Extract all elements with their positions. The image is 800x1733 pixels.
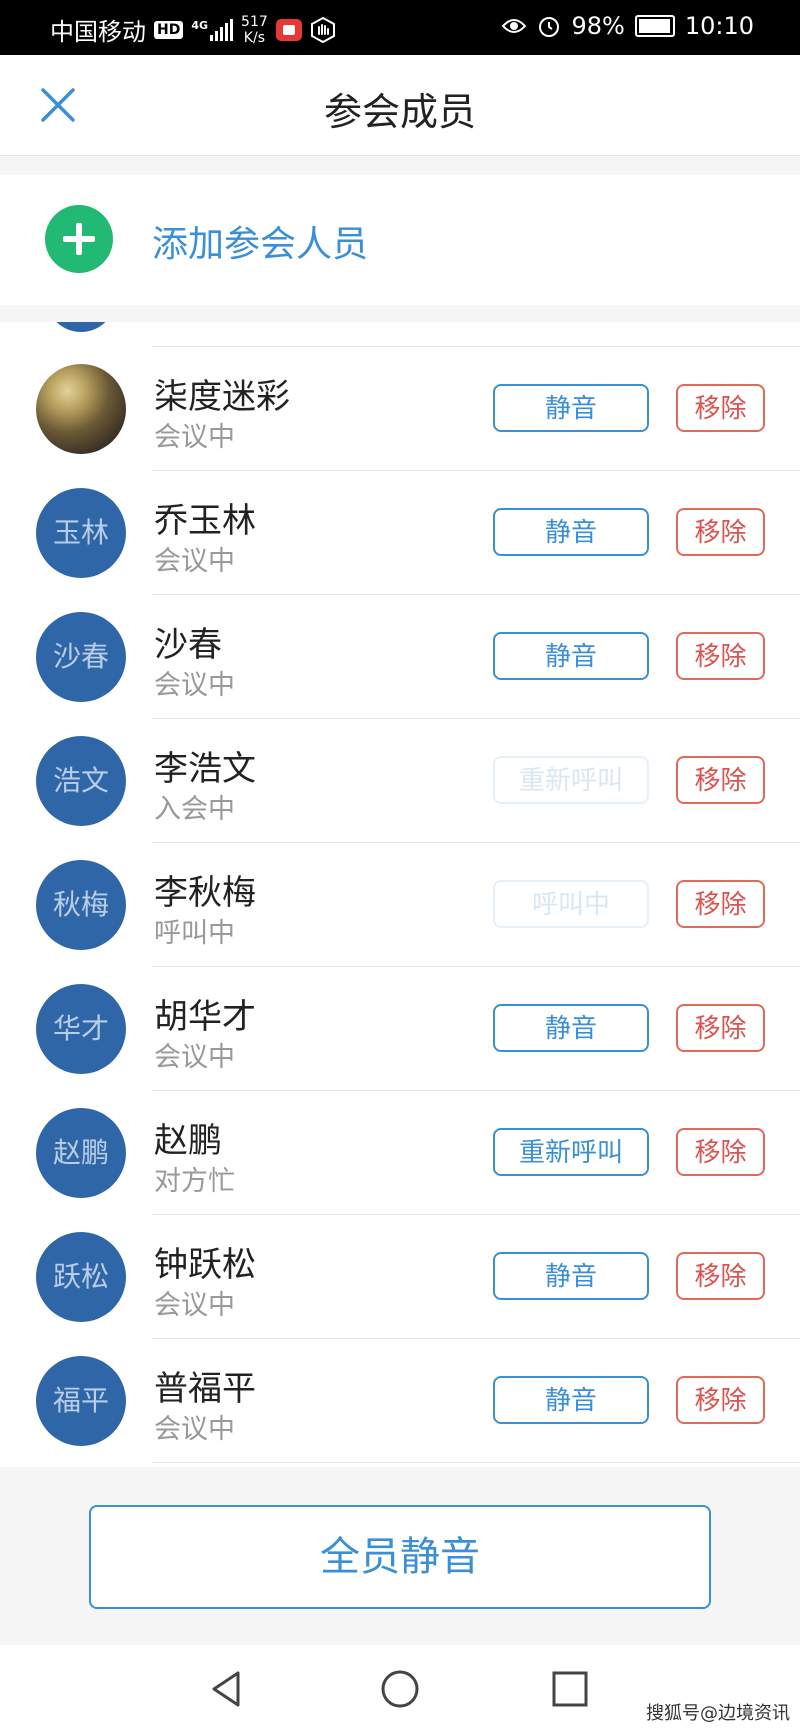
member-name: 李秋梅 bbox=[154, 873, 256, 913]
bottom-area: 全员静音 bbox=[0, 1467, 800, 1645]
status-bar: 中国移动 HD 4G 517 K/s 98% 10:10 bbox=[0, 0, 800, 55]
page-header: 参会成员 bbox=[0, 55, 800, 156]
avatar: 跃松 bbox=[36, 1232, 126, 1322]
speed-unit: K/s bbox=[243, 29, 265, 46]
mute-button[interactable]: 静音 bbox=[493, 1004, 649, 1052]
remove-button[interactable]: 移除 bbox=[676, 1252, 765, 1300]
network-speed: 517 K/s bbox=[241, 14, 268, 46]
member-name: 乔玉林 bbox=[154, 501, 256, 541]
mute-button[interactable]: 静音 bbox=[493, 384, 649, 432]
avatar: 浩文 bbox=[36, 736, 126, 826]
recall-button[interactable]: 重新呼叫 bbox=[493, 1128, 649, 1176]
avatar bbox=[36, 364, 126, 454]
member-name: 钟跃松 bbox=[154, 1245, 256, 1285]
remove-button[interactable]: 移除 bbox=[676, 1004, 765, 1052]
battery-percent: 98% bbox=[571, 12, 625, 40]
signal-icon: 4G bbox=[191, 18, 234, 41]
member-name: 沙春 bbox=[154, 625, 222, 665]
member-row: 福平 普福平 会议中 静音 移除 bbox=[0, 1339, 800, 1463]
member-row: 跃松 钟跃松 会议中 静音 移除 bbox=[0, 1215, 800, 1339]
mute-button[interactable]: 静音 bbox=[493, 508, 649, 556]
divider bbox=[152, 1462, 800, 1463]
recent-apps-icon[interactable] bbox=[548, 1667, 592, 1711]
add-member-row[interactable]: 添加参会人员 bbox=[0, 175, 800, 305]
eye-comfort-icon bbox=[502, 19, 527, 33]
battery-icon bbox=[634, 15, 675, 37]
avatar: 华才 bbox=[36, 984, 126, 1074]
member-list[interactable]: 柒度迷彩 会议中 静音 移除 玉林 乔玉林 会议中 静音 移除 沙春 沙春 会议… bbox=[0, 322, 800, 1467]
member-name: 胡华才 bbox=[154, 997, 256, 1037]
member-row: 沙春 沙春 会议中 静音 移除 bbox=[0, 595, 800, 719]
remove-button[interactable]: 移除 bbox=[676, 880, 765, 928]
member-row: 华才 胡华才 会议中 静音 移除 bbox=[0, 967, 800, 1091]
home-icon[interactable] bbox=[378, 1667, 422, 1711]
recall-button: 重新呼叫 bbox=[493, 756, 649, 804]
member-name: 李浩文 bbox=[154, 749, 256, 789]
member-status: 入会中 bbox=[154, 794, 235, 825]
calling-button: 呼叫中 bbox=[493, 880, 649, 928]
remove-button[interactable]: 移除 bbox=[676, 1128, 765, 1176]
remove-button[interactable]: 移除 bbox=[676, 756, 765, 804]
avatar: 秋梅 bbox=[36, 860, 126, 950]
avatar: 玉林 bbox=[36, 488, 126, 578]
add-member-label[interactable]: 添加参会人员 bbox=[152, 215, 368, 267]
member-status: 呼叫中 bbox=[154, 918, 235, 949]
battery-level bbox=[638, 19, 671, 33]
member-status: 会议中 bbox=[154, 1290, 235, 1321]
mute-all-button[interactable]: 全员静音 bbox=[89, 1505, 711, 1609]
status-right: 98% 10:10 bbox=[501, 12, 754, 40]
member-row: 浩文 李浩文 入会中 重新呼叫 移除 bbox=[0, 719, 800, 843]
avatar bbox=[46, 322, 116, 332]
remove-button[interactable]: 移除 bbox=[676, 384, 765, 432]
speed-value: 517 bbox=[241, 13, 268, 30]
member-status: 对方忙 bbox=[154, 1166, 235, 1197]
avatar: 沙春 bbox=[36, 612, 126, 702]
member-name: 普福平 bbox=[154, 1369, 256, 1409]
member-row: 秋梅 李秋梅 呼叫中 呼叫中 移除 bbox=[0, 843, 800, 967]
member-status: 会议中 bbox=[154, 422, 235, 453]
navigation-bar: 搜狐号@边境资讯 bbox=[0, 1645, 800, 1733]
screen-record-icon bbox=[275, 18, 302, 41]
member-status: 会议中 bbox=[154, 1414, 235, 1445]
alarm-icon bbox=[539, 17, 560, 37]
gesture-icon bbox=[310, 16, 335, 43]
status-left: 中国移动 HD 4G 517 K/s bbox=[50, 12, 336, 47]
back-icon[interactable] bbox=[206, 1667, 250, 1711]
plus-icon[interactable] bbox=[45, 205, 113, 273]
clock: 10:10 bbox=[684, 12, 754, 40]
member-name: 柒度迷彩 bbox=[154, 377, 290, 417]
member-row: 玉林 乔玉林 会议中 静音 移除 bbox=[0, 471, 800, 595]
remove-button[interactable]: 移除 bbox=[676, 1376, 765, 1424]
carrier-name: 中国移动 bbox=[50, 18, 146, 46]
hd-icon: HD bbox=[154, 20, 184, 39]
member-status: 会议中 bbox=[154, 1042, 235, 1073]
member-row: 赵鹏 赵鹏 对方忙 重新呼叫 移除 bbox=[0, 1091, 800, 1215]
member-row: 柒度迷彩 会议中 静音 移除 bbox=[0, 347, 800, 471]
mute-button[interactable]: 静音 bbox=[493, 632, 649, 680]
network-type: 4G bbox=[191, 18, 209, 32]
avatar: 赵鹏 bbox=[36, 1108, 126, 1198]
page-title: 参会成员 bbox=[323, 90, 476, 134]
remove-button[interactable]: 移除 bbox=[676, 508, 765, 556]
member-name: 赵鹏 bbox=[154, 1121, 222, 1161]
member-status: 会议中 bbox=[154, 670, 235, 701]
mute-button[interactable]: 静音 bbox=[493, 1376, 649, 1424]
mute-button[interactable]: 静音 bbox=[493, 1252, 649, 1300]
avatar: 福平 bbox=[36, 1356, 126, 1446]
remove-button[interactable]: 移除 bbox=[676, 632, 765, 680]
member-status: 会议中 bbox=[154, 546, 235, 577]
watermark: 搜狐号@边境资讯 bbox=[646, 1703, 790, 1724]
